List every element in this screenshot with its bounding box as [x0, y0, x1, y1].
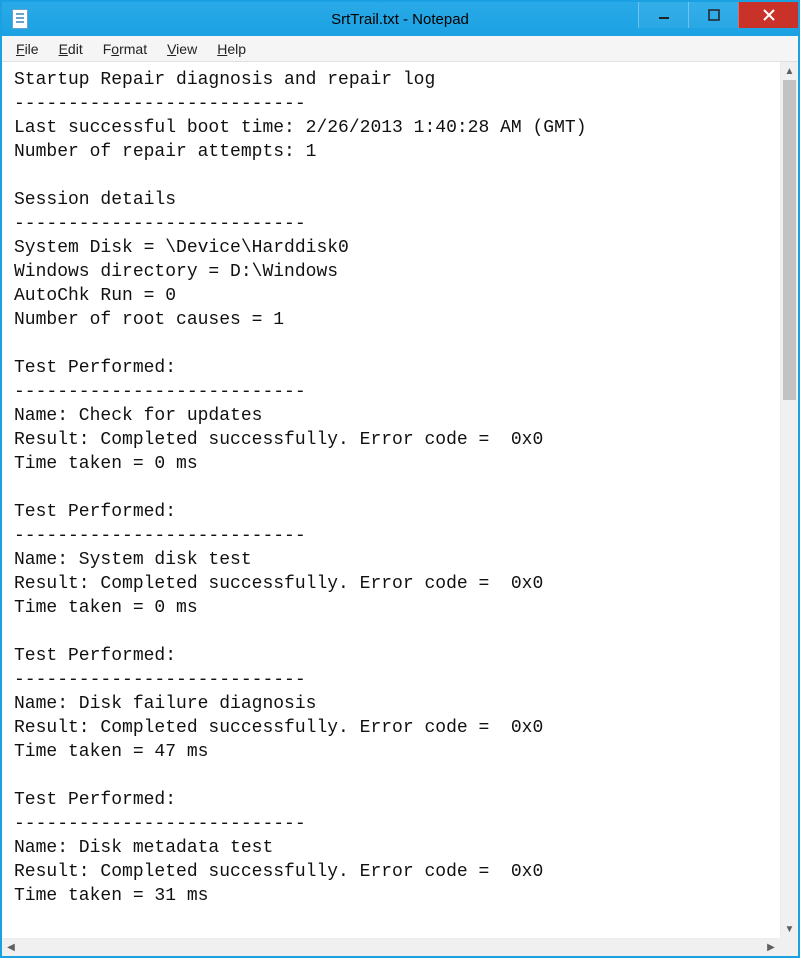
- scroll-down-arrow-icon[interactable]: ▼: [781, 920, 798, 938]
- vertical-scroll-thumb[interactable]: [783, 80, 796, 400]
- scrollbar-corner: [780, 938, 798, 956]
- horizontal-scrollbar[interactable]: ◀ ▶: [2, 938, 780, 956]
- scroll-up-arrow-icon[interactable]: ▲: [781, 62, 798, 80]
- window-controls: [638, 2, 798, 36]
- scroll-right-arrow-icon[interactable]: ▶: [762, 939, 780, 956]
- menu-edit[interactable]: Edit: [49, 39, 93, 59]
- vertical-scrollbar[interactable]: ▲ ▼: [780, 62, 798, 938]
- menu-format[interactable]: Format: [93, 39, 157, 59]
- text-editor[interactable]: Startup Repair diagnosis and repair log …: [2, 62, 780, 938]
- menu-file[interactable]: File: [6, 39, 49, 59]
- bottom-scroll-row: ◀ ▶: [2, 938, 798, 956]
- menubar: File Edit Format View Help: [2, 36, 798, 62]
- menu-help[interactable]: Help: [207, 39, 256, 59]
- notepad-window: SrtTrail.txt - Notepad File Edit Format …: [0, 0, 800, 958]
- maximize-icon: [708, 9, 720, 21]
- titlebar[interactable]: SrtTrail.txt - Notepad: [2, 2, 798, 36]
- maximize-button[interactable]: [688, 2, 738, 28]
- menu-view[interactable]: View: [157, 39, 207, 59]
- scroll-left-arrow-icon[interactable]: ◀: [2, 939, 20, 956]
- minimize-icon: [658, 9, 670, 21]
- close-button[interactable]: [738, 2, 798, 28]
- client-area: Startup Repair diagnosis and repair log …: [2, 62, 798, 938]
- minimize-button[interactable]: [638, 2, 688, 28]
- notepad-icon: [12, 9, 28, 29]
- close-icon: [762, 8, 776, 22]
